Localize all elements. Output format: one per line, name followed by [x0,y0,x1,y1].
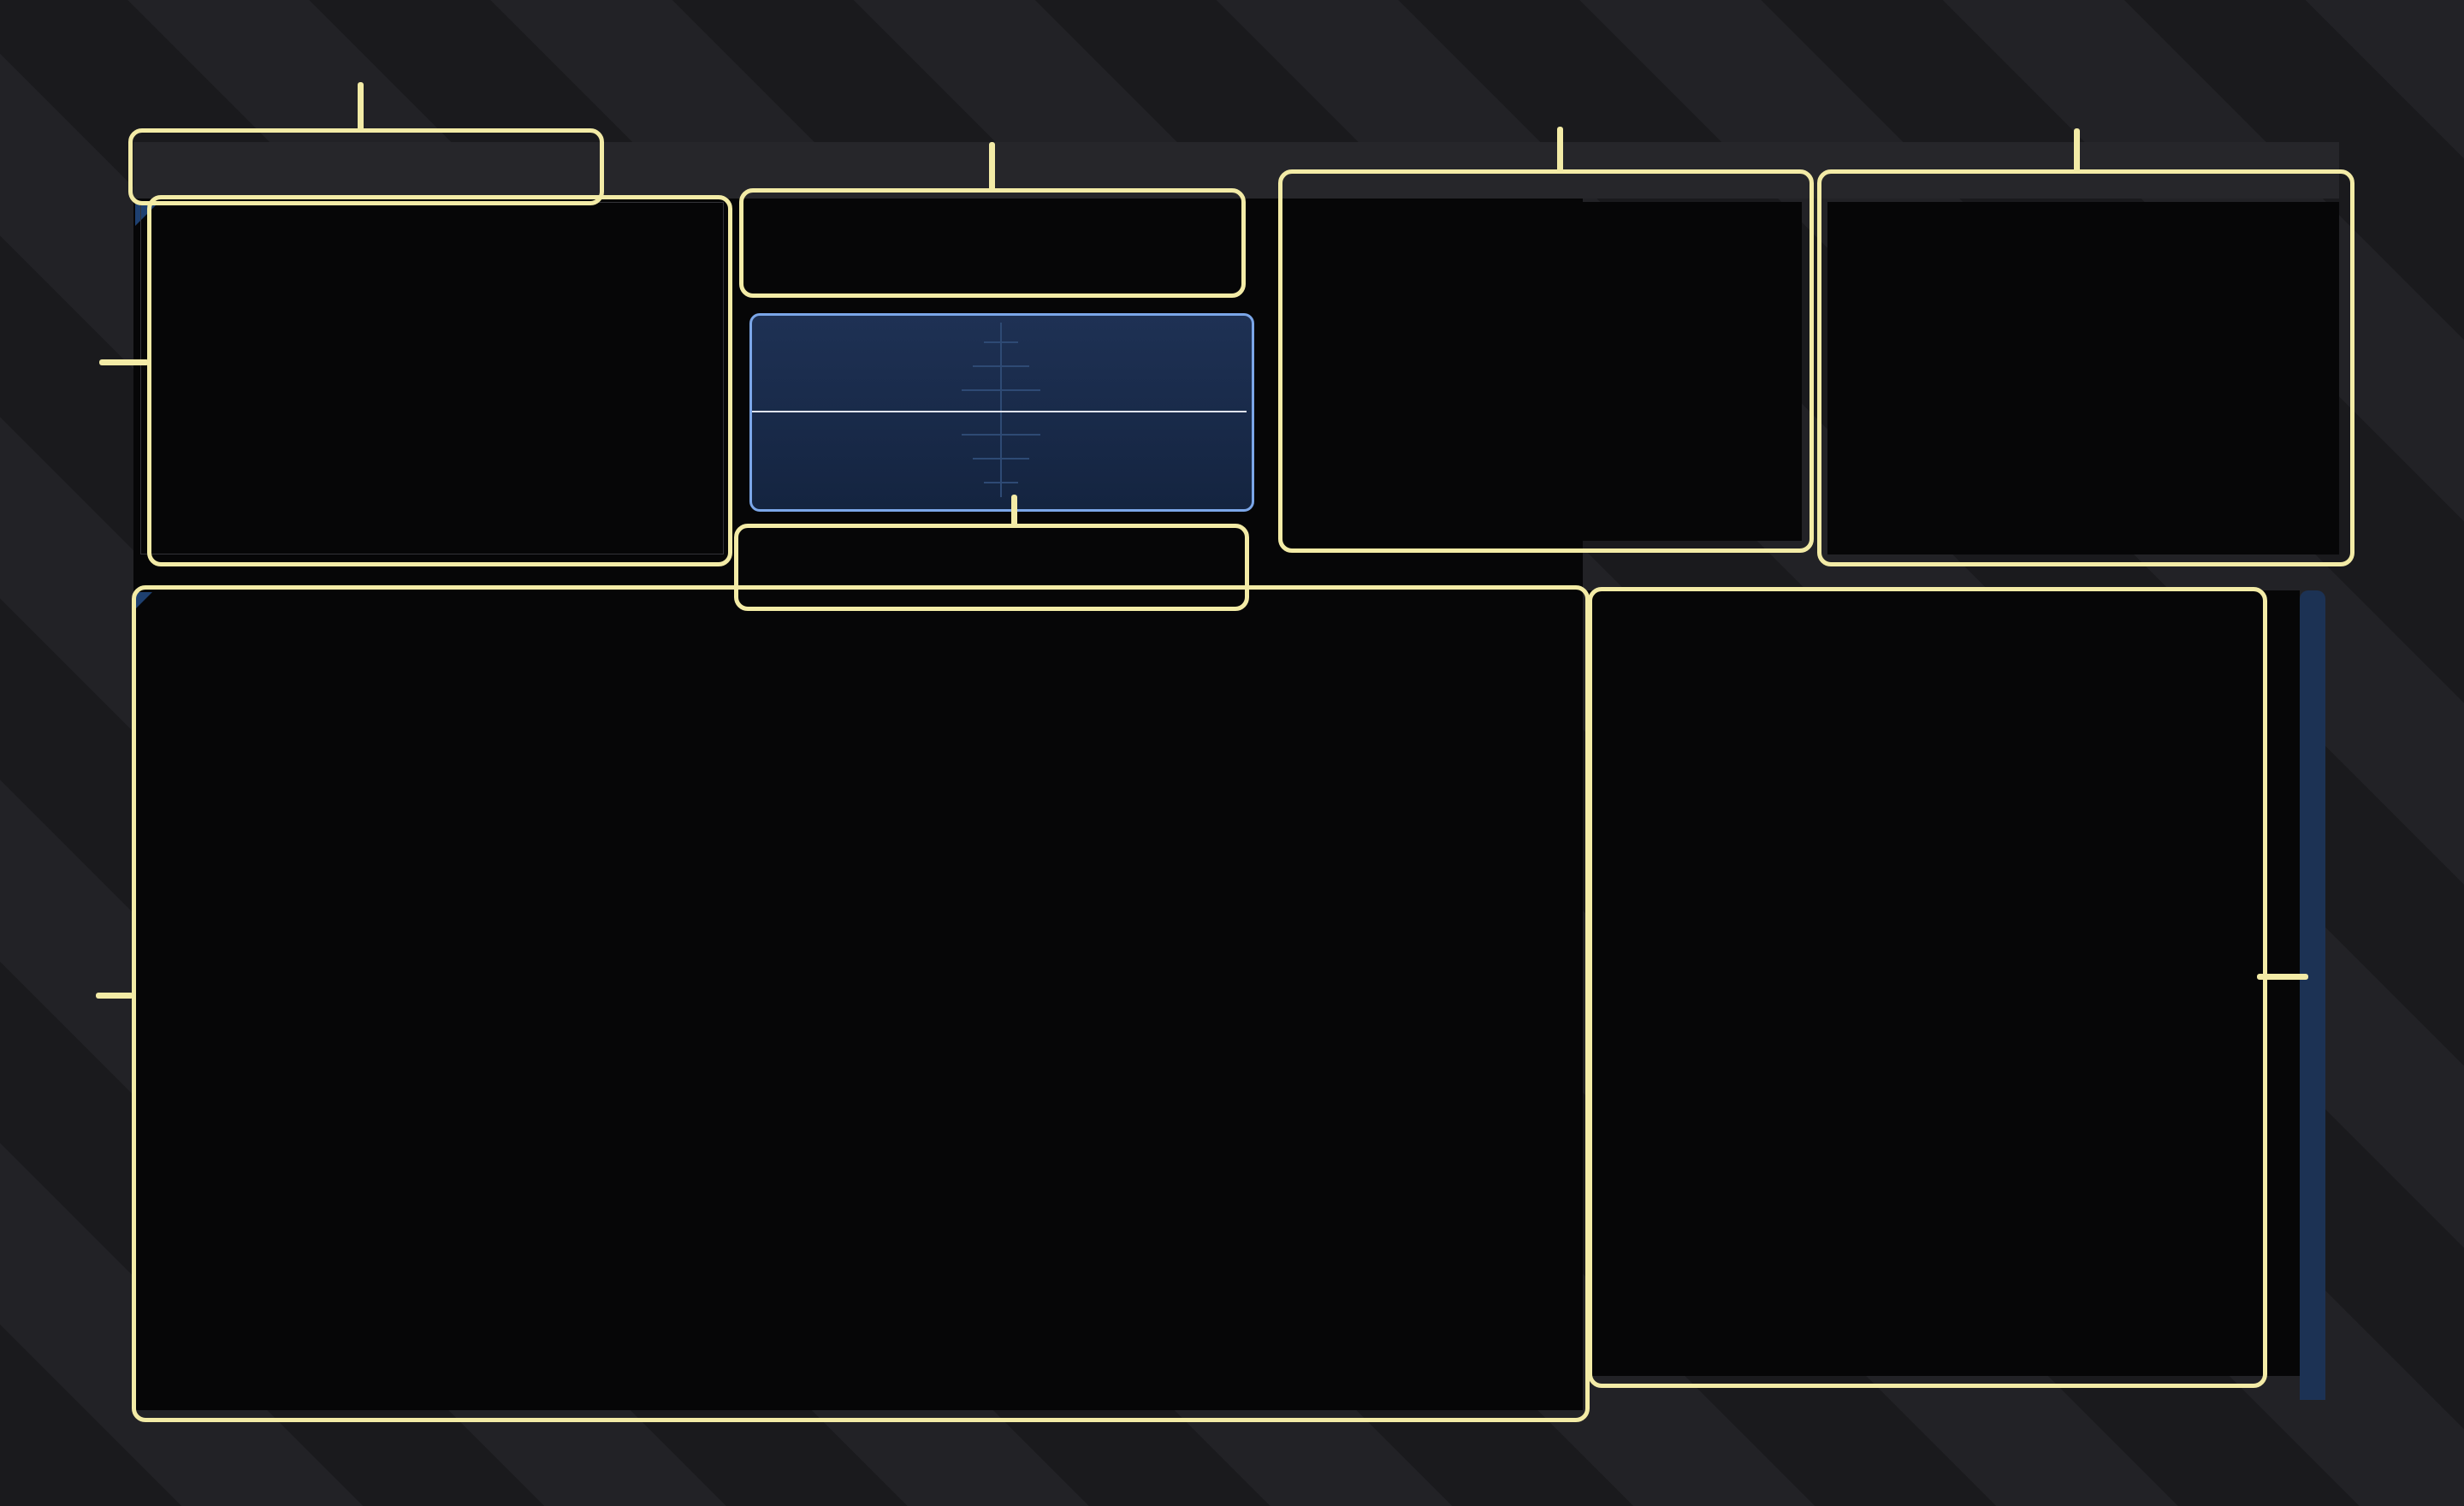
annotation-line [96,993,133,999]
effect-list-panel-bg [1587,590,2300,1376]
menu-bar [133,142,2339,199]
scope-tick [973,458,1029,460]
song-info-panel-bg [1827,202,2339,554]
annotation-line [99,359,149,365]
oscilloscope [749,313,1254,512]
furnace-tracker-screenshot [0,0,2464,1506]
assets-panel-bg [1283,202,1802,541]
scope-tick [973,365,1029,367]
docked-strip [2300,590,2325,1400]
annotation-line [358,82,364,132]
scope-tick [984,482,1018,483]
menu-bar-items [151,142,163,199]
annotation-line [1557,127,1563,173]
annotation-line [989,142,995,192]
dock-triangle [135,592,152,609]
order-list-frame [140,202,724,554]
scope-tick [962,389,1040,391]
scope-tick [962,434,1040,436]
scope-tick [984,341,1018,343]
annotation-line [2257,974,2308,980]
scope-center-line [1000,323,1002,497]
annotation-line [1011,495,1017,527]
scope-waveform [752,411,1247,412]
annotation-line [2074,128,2080,173]
